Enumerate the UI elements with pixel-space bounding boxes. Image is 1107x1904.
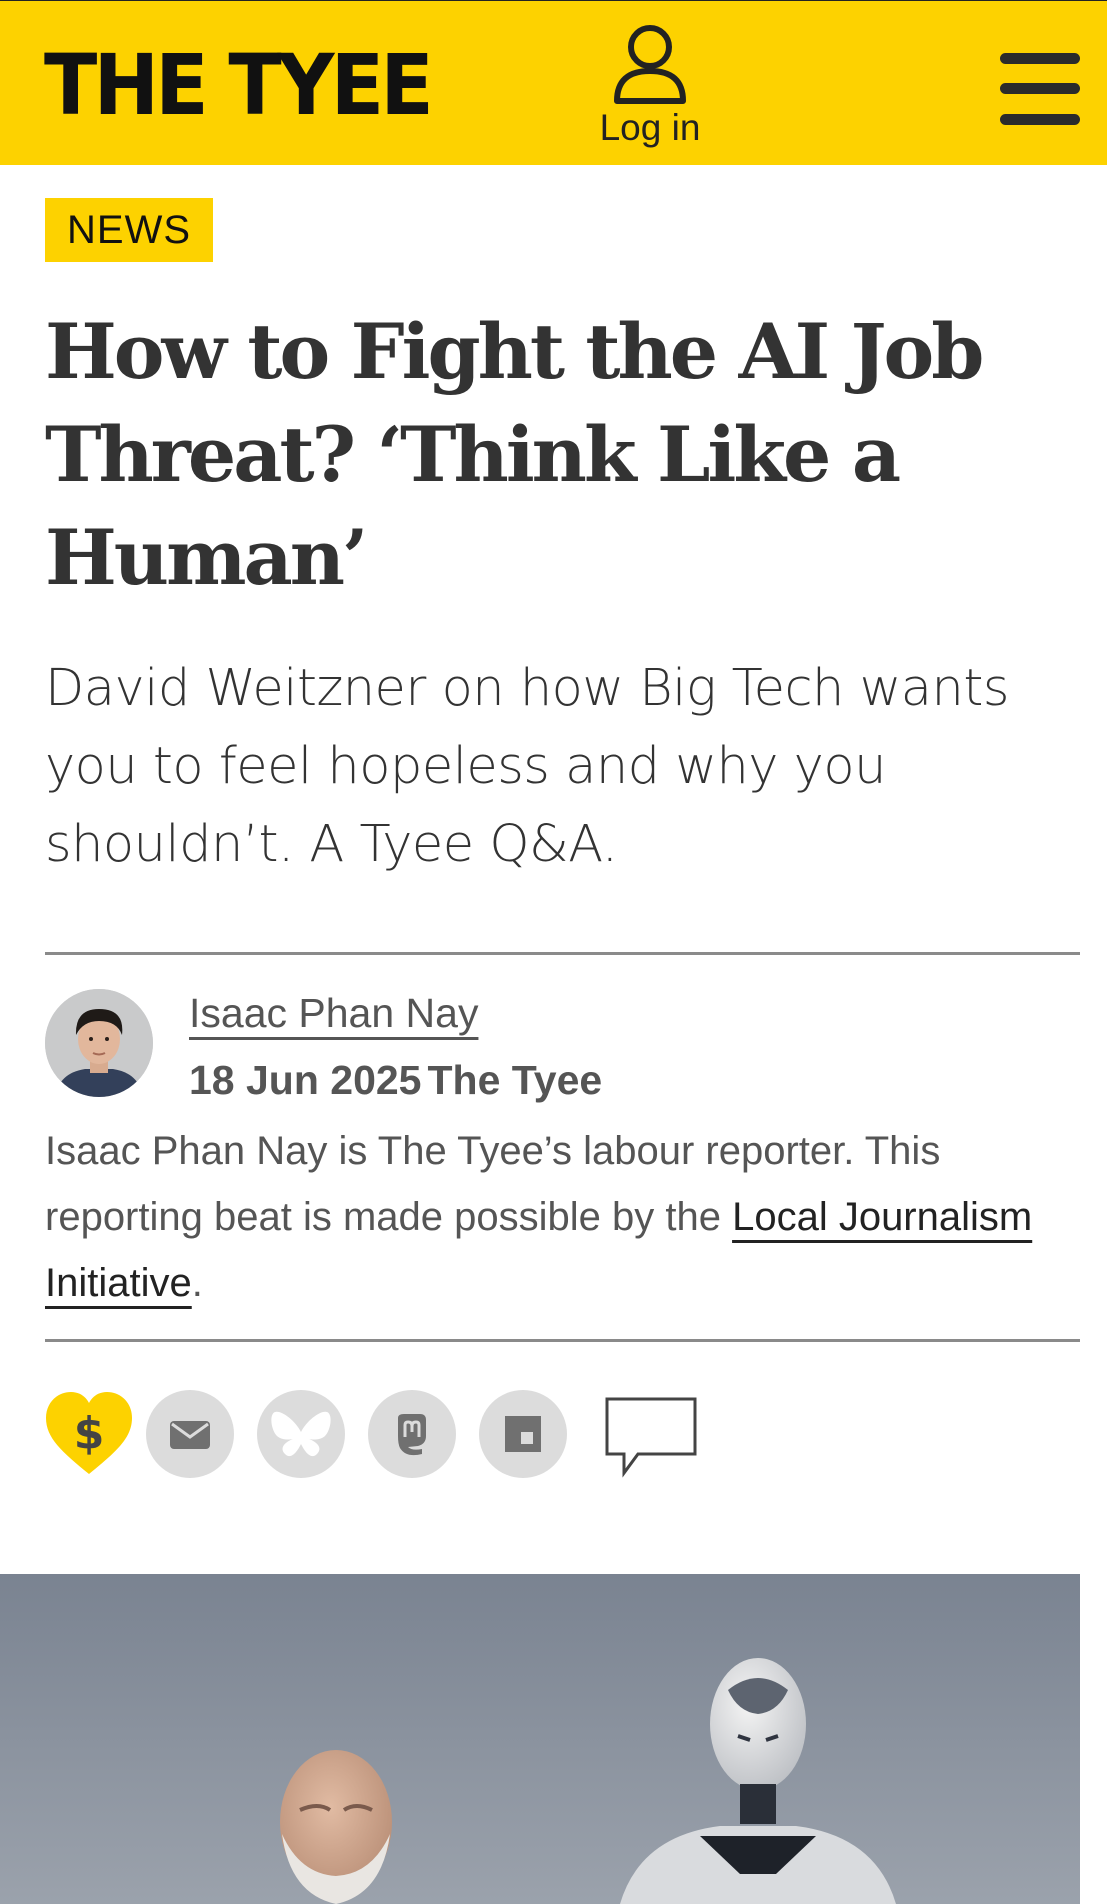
hamburger-menu-icon[interactable] [1000, 53, 1080, 125]
email-share-button[interactable] [146, 1390, 234, 1478]
flipboard-share-button[interactable] [479, 1390, 567, 1478]
divider [45, 1339, 1080, 1342]
section-badge[interactable]: NEWS [45, 198, 213, 262]
headline-line: Human’ [45, 513, 368, 602]
divider [45, 952, 1080, 955]
svg-text:$: $ [74, 1408, 105, 1459]
bio-end: . [191, 1261, 203, 1305]
user-icon [614, 25, 686, 104]
headline-line: How to Fight the AI Job [45, 307, 984, 396]
login-button[interactable]: Log in [590, 23, 710, 159]
site-logo[interactable]: THE TYEE [44, 43, 434, 127]
email-icon [170, 1421, 210, 1449]
donate-heart-icon[interactable]: $ [44, 1390, 134, 1478]
article-dek: David Weitzner on how Big Tech wants you… [45, 650, 1065, 884]
flipboard-icon [505, 1416, 541, 1452]
site-header: THE TYEE Log in [0, 0, 1107, 165]
article-headline: How to Fight the AI Job Threat? ‘Think L… [45, 300, 1065, 609]
publish-date: 18 Jun 2025 [189, 1057, 422, 1103]
author-bio: Isaac Phan Nay is The Tyee’s labour repo… [45, 1118, 1085, 1316]
dek-line: shouldn’t. A Tyee Q&A. [45, 815, 618, 874]
byline-meta: 18 Jun 2025 The Tyee [189, 1057, 602, 1104]
dek-line: you to feel hopeless and why you [45, 737, 886, 796]
login-label: Log in [599, 107, 701, 148]
author-avatar[interactable] [45, 989, 153, 1097]
dek-line: David Weitzner on how Big Tech wants [45, 659, 1009, 718]
bluesky-share-button[interactable] [257, 1390, 345, 1478]
mastodon-icon [398, 1414, 426, 1456]
hero-image [0, 1574, 1080, 1904]
author-link[interactable]: Isaac Phan Nay [189, 990, 478, 1037]
bluesky-icon [271, 1411, 331, 1457]
headline-line: Threat? ‘Think Like a [45, 410, 901, 499]
publication-name: The Tyee [427, 1057, 603, 1103]
comment-icon[interactable] [604, 1396, 698, 1478]
mastodon-share-button[interactable] [368, 1390, 456, 1478]
